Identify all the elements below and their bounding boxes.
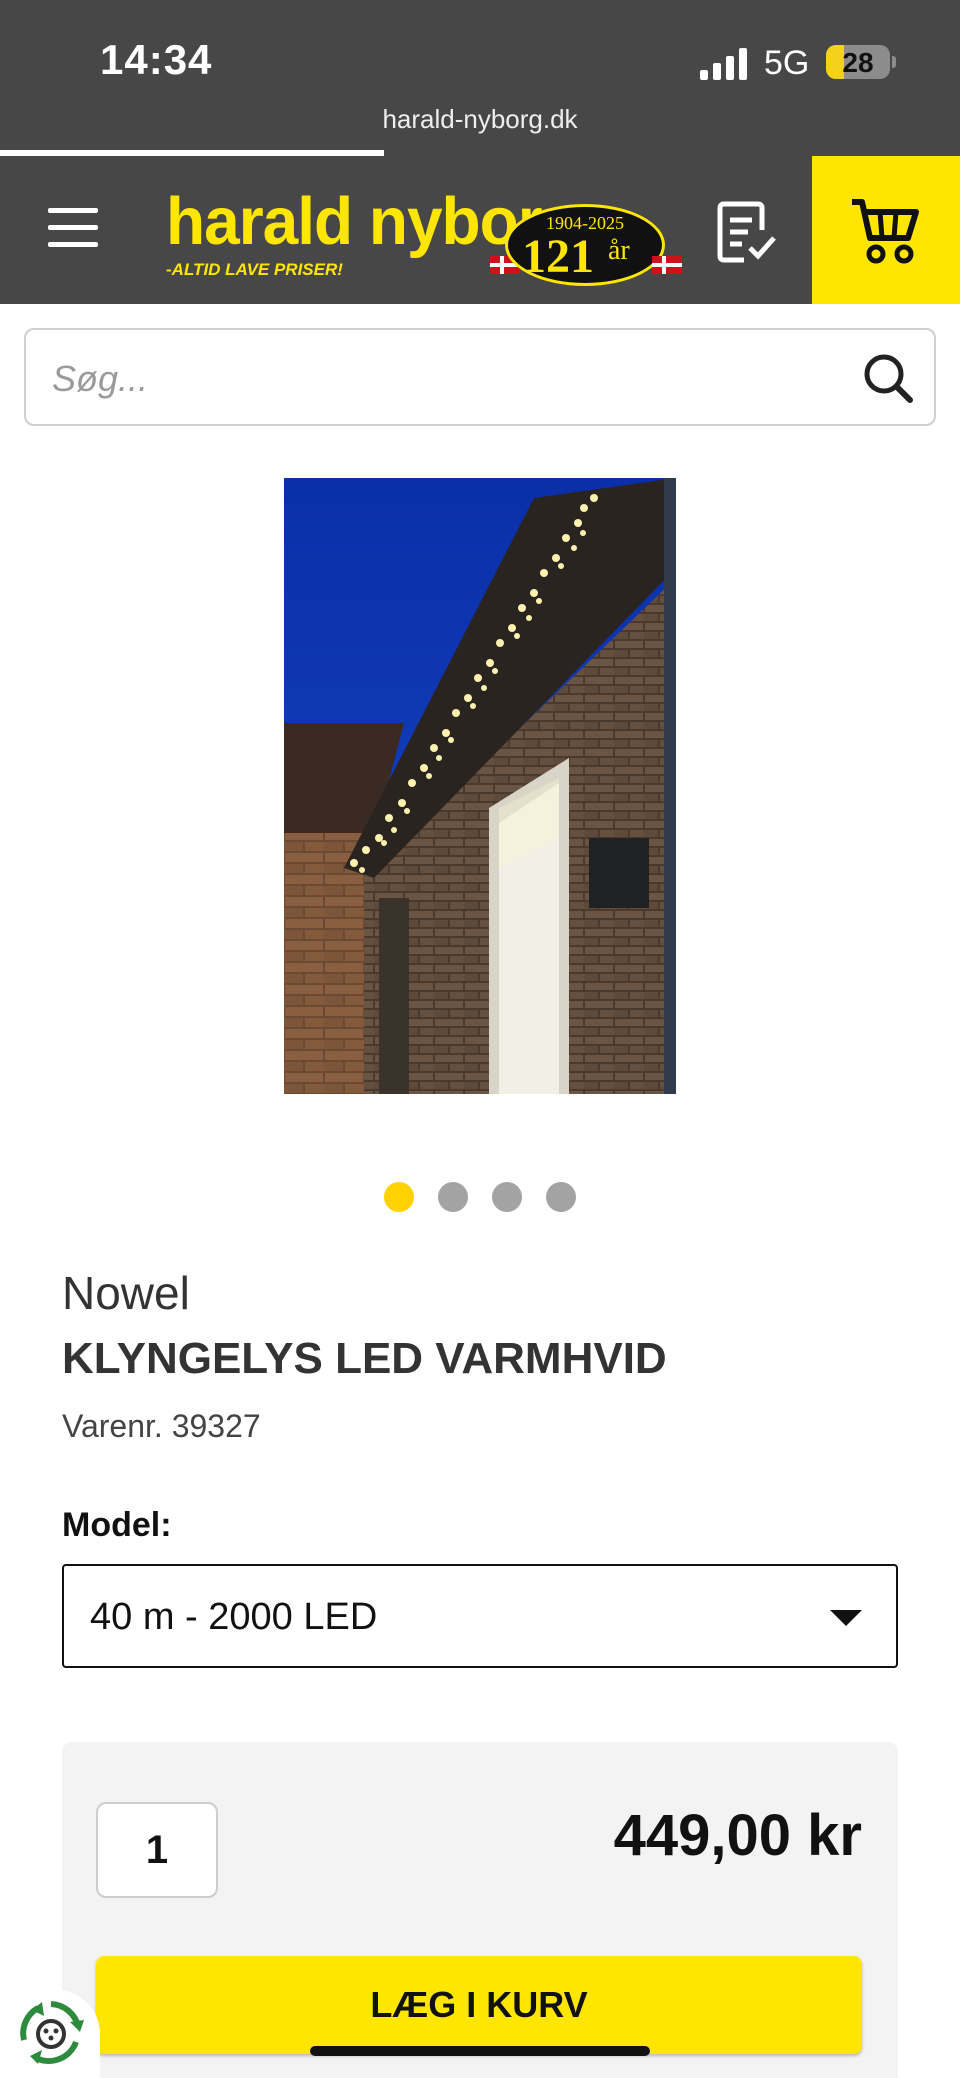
cart-button[interactable] [812, 156, 960, 304]
anniversary-unit: år [608, 235, 630, 266]
product-title: KLYNGELYS LED VARMHVID [62, 1334, 667, 1383]
search-bar [24, 328, 936, 426]
anniversary-number: 121 [522, 230, 594, 283]
carousel-dot[interactable] [492, 1182, 522, 1212]
home-indicator [310, 2046, 650, 2056]
anniversary-badge: 1904-2025 121 år [505, 204, 665, 286]
clock: 14:34 [100, 36, 213, 83]
carousel-dot[interactable] [384, 1182, 414, 1212]
product-price: 449,00 kr [613, 1803, 862, 1868]
site-logo[interactable]: harald nyborg -ALTID LAVE PRISER! 1904-2… [160, 183, 682, 286]
recycle-icon [20, 2001, 84, 2064]
hamburger-menu-icon[interactable] [48, 208, 98, 252]
product-brand[interactable]: Nowel [62, 1266, 190, 1320]
model-select[interactable]: 40 m - 2000 LED [62, 1564, 898, 1668]
model-label: Model: [62, 1506, 172, 1544]
quantity-input[interactable]: 1 [96, 1802, 218, 1898]
logo-slogan: -ALTID LAVE PRISER! [166, 260, 343, 279]
address-bar-url[interactable]: harald-nyborg.dk [0, 104, 960, 135]
network-type: 5G [764, 44, 810, 82]
status-bar: 14:34 5G 28 harald-nyborg.dk [0, 0, 960, 156]
search-input[interactable] [50, 350, 854, 408]
carousel-dot[interactable] [438, 1182, 468, 1212]
add-to-cart-button[interactable]: LÆG I KURV [96, 1956, 862, 2054]
battery-percent: 28 [842, 47, 874, 78]
caret-down-icon [830, 1610, 862, 1626]
search-icon[interactable] [862, 352, 914, 404]
shopping-list-icon[interactable] [714, 200, 778, 264]
image-carousel-dots [0, 1182, 960, 1217]
cellular-signal-icon [700, 48, 747, 80]
cart-icon [852, 199, 919, 264]
product-sku: Varenr. 39327 [62, 1408, 261, 1445]
sku-label: Varenr. [62, 1408, 163, 1444]
battery-cap [892, 56, 896, 68]
buy-box: 1 449,00 kr LÆG I KURV [62, 1742, 898, 2078]
model-selected-value: 40 m - 2000 LED [90, 1596, 378, 1638]
site-header: harald nyborg -ALTID LAVE PRISER! 1904-2… [0, 156, 960, 304]
carousel-dot[interactable] [546, 1182, 576, 1212]
product-image[interactable] [284, 478, 676, 1094]
danish-flag-icon [652, 256, 682, 274]
recycle-widget[interactable] [0, 1990, 100, 2078]
battery-icon: 28 [826, 45, 890, 79]
sku-value: 39327 [171, 1408, 261, 1444]
